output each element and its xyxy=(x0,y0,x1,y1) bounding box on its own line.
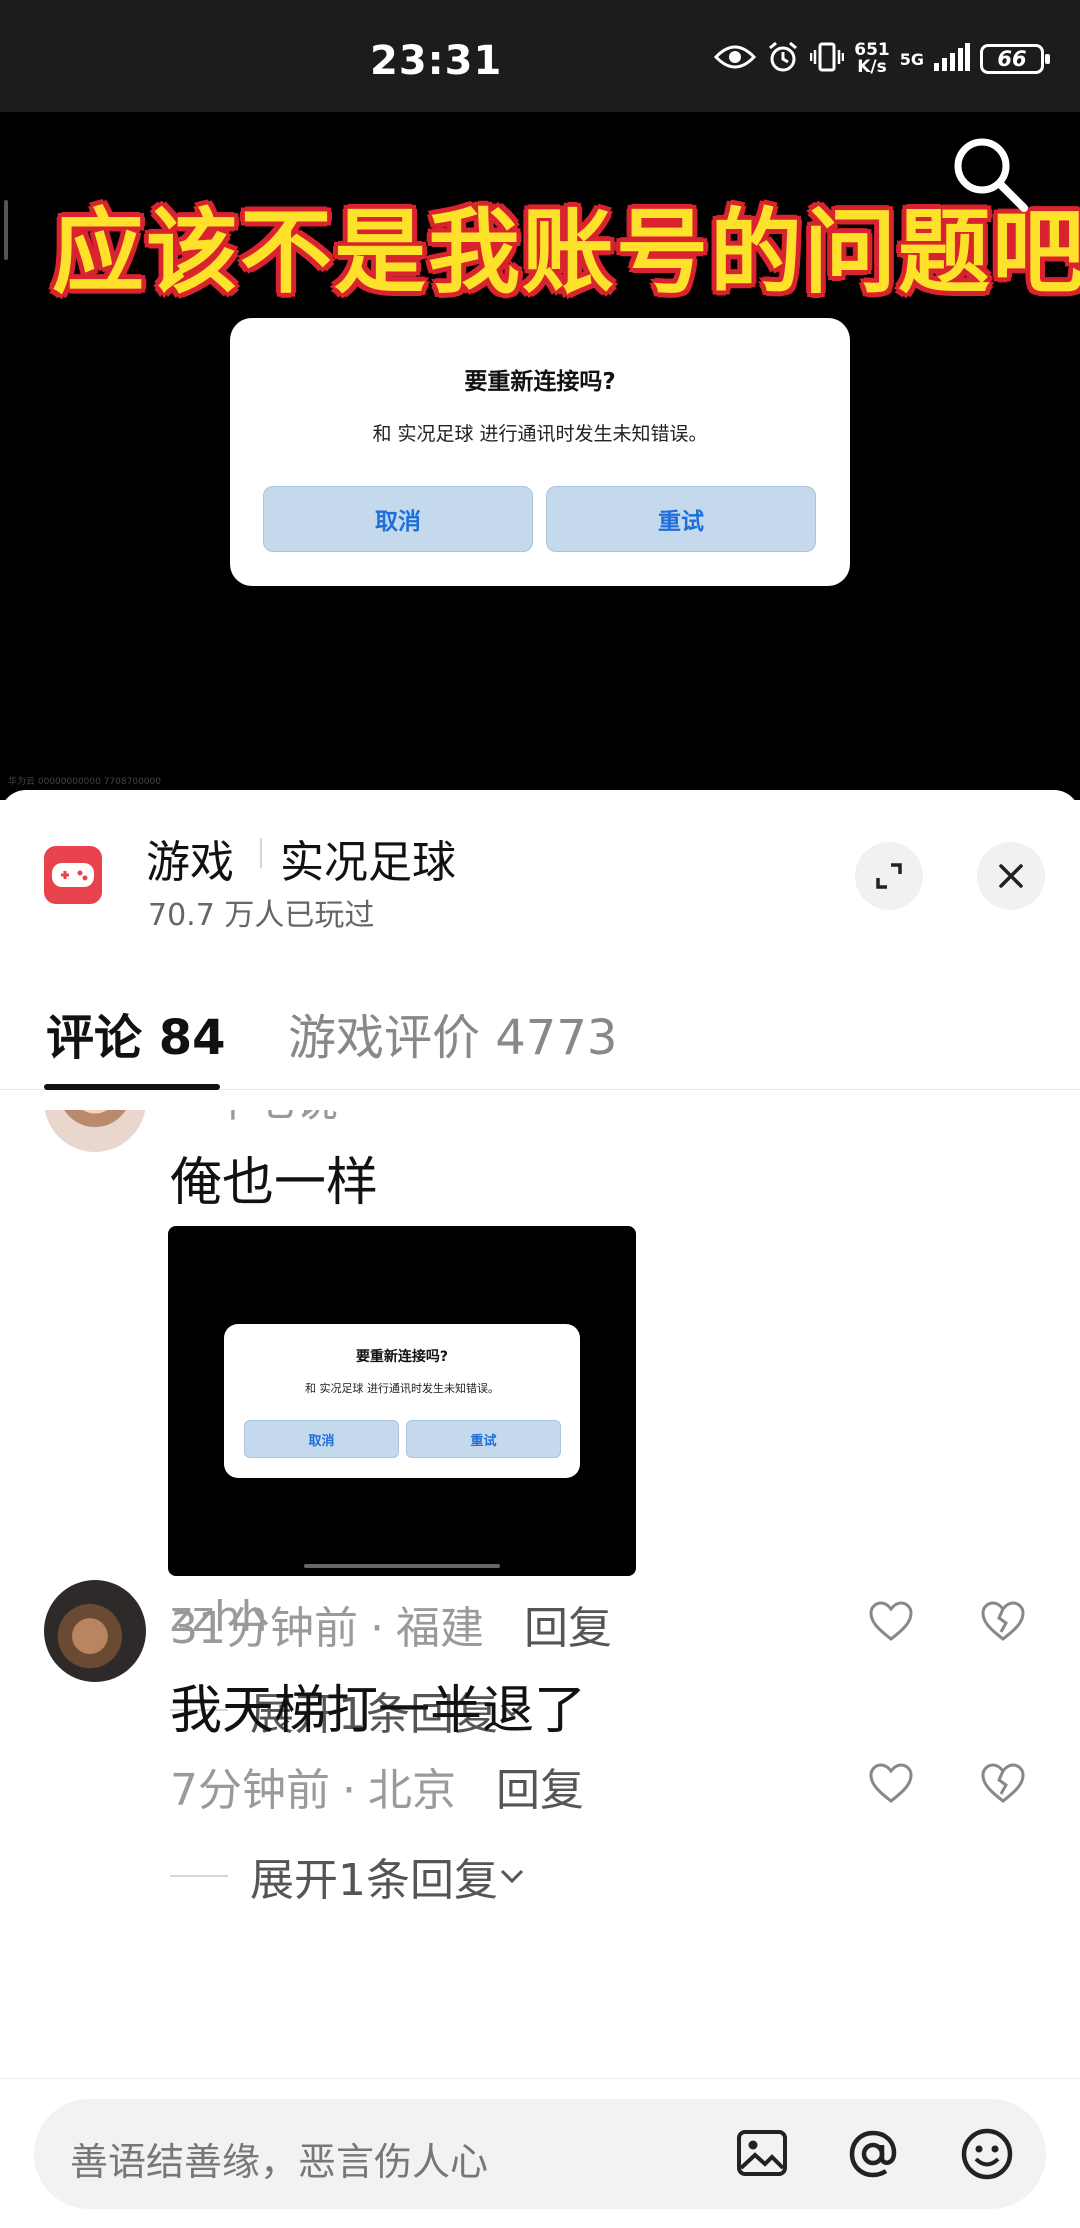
dialog-retry-button: 重试 xyxy=(546,486,816,552)
close-button[interactable] xyxy=(977,842,1045,910)
expand-line xyxy=(170,1875,228,1877)
close-icon xyxy=(999,864,1023,888)
image-dialog-message: 和 实况足球 进行通讯时发生未知错误。 xyxy=(305,1382,499,1395)
dislike-icon[interactable] xyxy=(980,1600,1026,1646)
tab-comments[interactable]: 评论 84 xyxy=(46,998,226,1068)
status-icons: 651 K/s 5G 66 xyxy=(714,40,1050,78)
game-name: 实况足球 xyxy=(280,837,456,888)
game-category: 游戏 xyxy=(146,837,234,888)
avatar[interactable] xyxy=(44,1110,146,1152)
expand-replies-label: 展开1条回复 xyxy=(250,1855,498,1906)
like-icon[interactable] xyxy=(868,1600,914,1646)
vibrate-icon xyxy=(809,42,845,76)
expand-button[interactable] xyxy=(855,842,923,910)
chevron-down-icon xyxy=(500,1869,524,1884)
video-watermark: 华为云 00000000000 7708700000 xyxy=(8,777,161,787)
comment-meta: 7分钟前 · 北京 回复 xyxy=(170,1754,584,1818)
expand-icon xyxy=(876,863,902,889)
status-time: 23:31 xyxy=(370,38,503,84)
dislike-icon[interactable] xyxy=(980,1762,1026,1808)
comment-input-bar: 善语结善缘，恶言伤人心 xyxy=(0,2078,1080,2228)
reply-button[interactable]: 回复 xyxy=(524,1603,612,1654)
comment-image[interactable]: 要重新连接吗? 和 实况足球 进行通讯时发生未知错误。 取消 重试 xyxy=(168,1226,636,1576)
net-speed-unit: K/s xyxy=(857,57,887,77)
net-speed: 651 K/s xyxy=(854,42,890,76)
emoji-icon[interactable] xyxy=(958,2125,1016,2187)
image-dialog-title: 要重新连接吗? xyxy=(355,1349,449,1365)
eye-icon xyxy=(714,43,757,75)
like-icon[interactable] xyxy=(868,1762,914,1808)
video-side-indicator xyxy=(4,200,8,260)
image-dialog-cancel: 取消 xyxy=(244,1420,399,1458)
comment-text: 俺也一样 xyxy=(170,1153,379,1213)
search-icon[interactable] xyxy=(950,134,1030,218)
comment-author[interactable]: zzhh xyxy=(170,1592,267,1641)
reply-button[interactable]: 回复 xyxy=(496,1765,584,1816)
avatar[interactable] xyxy=(44,1580,146,1682)
comment-input-field[interactable]: 善语结善缘，恶言伤人心 xyxy=(34,2099,1046,2209)
gamepad-icon xyxy=(44,846,102,904)
meta-dot: · xyxy=(342,1765,356,1816)
game-players-count: 70.7 万人已玩过 xyxy=(148,898,375,933)
tab-active-indicator xyxy=(44,1084,220,1090)
alarm-icon xyxy=(766,40,800,78)
signal-icon xyxy=(934,43,970,75)
tab-reviews[interactable]: 游戏评价 4773 xyxy=(288,998,617,1068)
comment-text: 我天梯打一半退了 xyxy=(170,1681,587,1741)
comment-author[interactable]: 一千七说 xyxy=(170,1110,338,1129)
network-type: 5G xyxy=(899,49,924,69)
battery-indicator: 66 xyxy=(980,44,1050,74)
video-caption: 应该不是我账号的问题吧 xyxy=(52,199,1080,306)
video-player[interactable]: 23:31 651 K/s 5G 66 应该不是我账号的问题吧 要重新连接吗? … xyxy=(0,0,1080,800)
meta-dot: · xyxy=(370,1603,384,1654)
comment-location: 福建 xyxy=(396,1603,484,1654)
game-header[interactable]: 游戏 实况足球 70.7 万人已玩过 xyxy=(0,790,1080,940)
dialog-title: 要重新连接吗? xyxy=(464,369,616,395)
image-dialog-retry: 重试 xyxy=(406,1420,561,1458)
dialog-cancel-button: 取消 xyxy=(263,486,533,552)
image-reconnect-dialog: 要重新连接吗? 和 实况足球 进行通讯时发生未知错误。 取消 重试 xyxy=(224,1324,580,1478)
comment-location: 北京 xyxy=(368,1765,456,1816)
image-icon[interactable] xyxy=(734,2125,790,2185)
dialog-message: 和 实况足球 进行通讯时发生未知错误。 xyxy=(372,423,708,445)
tab-bar: 评论 84 游戏评价 4773 xyxy=(0,990,1080,1090)
comment-input-placeholder[interactable]: 善语结善缘，恶言伤人心 xyxy=(70,2131,488,2186)
comment-sheet: 游戏 实况足球 70.7 万人已玩过 评论 84 游戏评价 4773 一千七说 … xyxy=(0,790,1080,2228)
comment-time: 7分钟前 xyxy=(170,1765,330,1816)
comment-list[interactable]: 一千七说 俺也一样 要重新连接吗? 和 实况足球 进行通讯时发生未知错误。 取消… xyxy=(0,1110,1080,2078)
reconnect-dialog: 要重新连接吗? 和 实况足球 进行通讯时发生未知错误。 取消 重试 xyxy=(230,318,850,586)
mention-icon[interactable] xyxy=(844,2125,902,2187)
image-home-indicator xyxy=(304,1564,500,1568)
status-bar: 23:31 651 K/s 5G 66 xyxy=(0,0,1080,112)
header-divider xyxy=(260,838,262,868)
expand-replies[interactable]: 展开1条回复 xyxy=(170,1844,526,1908)
